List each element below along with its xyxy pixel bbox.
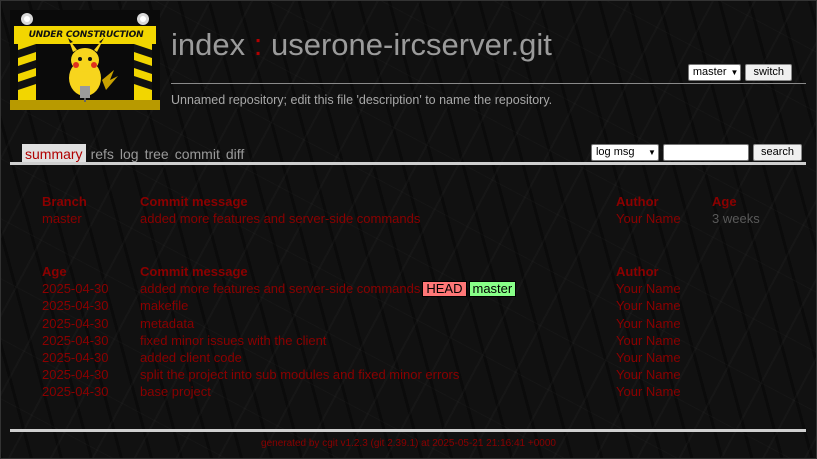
- author-name: Your Name: [616, 332, 681, 348]
- logo-text: UNDER CONSTRUCTION: [28, 30, 144, 40]
- table-header-row: Age Commit message Author: [42, 263, 796, 280]
- commit-message-link[interactable]: base project: [140, 383, 211, 400]
- branch-link[interactable]: master: [42, 210, 82, 227]
- column-header-author: Author: [616, 194, 659, 209]
- commit-date: 2025-04-30: [42, 384, 109, 400]
- table-row: 2025-04-30 split the project into sub mo…: [42, 366, 796, 383]
- chevron-down-icon: ▼: [648, 148, 656, 157]
- repo-description: Unnamed repository; edit this file 'desc…: [171, 93, 553, 107]
- footer-text: generated by cgit v1.2.3 (git 2.39.1) at…: [1, 438, 816, 449]
- search-type-select[interactable]: log msg ▼: [590, 144, 659, 161]
- branch-select[interactable]: master ▼: [687, 64, 742, 81]
- generator-link[interactable]: generated by cgit v1.2.3 (git 2.39.1) at…: [261, 438, 556, 449]
- author-name: Your Name: [616, 315, 681, 331]
- table-row: 2025-04-30 metadata Your Name: [42, 315, 796, 332]
- commit-message-link[interactable]: split the project into sub modules and f…: [140, 366, 459, 383]
- commit-message-link[interactable]: added more features and server-side comm…: [140, 210, 420, 227]
- commit-message-link[interactable]: metadata: [140, 315, 194, 332]
- commit-message-link[interactable]: added client code: [140, 349, 242, 366]
- tab-refs[interactable]: refs: [90, 144, 115, 163]
- commit-message-cell: added more features and server-side comm…: [140, 280, 517, 298]
- search-input[interactable]: [662, 144, 749, 161]
- table-row: 2025-04-30 makefile Your Name: [42, 297, 796, 314]
- author-name: Your Name: [616, 367, 681, 383]
- branch-select-value: master: [692, 66, 727, 78]
- commit-log-table: Age Commit message Author 2025-04-30 add…: [42, 263, 796, 401]
- commit-age: 3 weeks: [712, 211, 760, 227]
- tab-commit[interactable]: commit: [174, 144, 221, 163]
- under-construction-logo[interactable]: UNDER CONSTRUCTION: [10, 10, 160, 110]
- table-row: 2025-04-30 base project Your Name: [42, 383, 796, 400]
- page-title: index : userone-ircserver.git: [171, 25, 552, 65]
- commit-message-link[interactable]: added more features and server-side comm…: [140, 281, 420, 296]
- commit-date: 2025-04-30: [42, 315, 109, 331]
- tab-tree[interactable]: tree: [144, 144, 170, 163]
- commit-date: 2025-04-30: [42, 367, 109, 383]
- tab-log[interactable]: log: [119, 144, 140, 163]
- repo-name-link[interactable]: userone-ircserver.git: [271, 27, 552, 62]
- table-row: master added more features and server-si…: [42, 210, 796, 227]
- construction-pikachu-icon: [10, 10, 160, 110]
- author-name: Your Name: [616, 298, 681, 314]
- table-row: 2025-04-30 added more features and serve…: [42, 280, 796, 298]
- branch-switch-form: master ▼ switch: [687, 64, 792, 81]
- commit-date: 2025-04-30: [42, 281, 109, 297]
- column-header-branch: Branch: [42, 194, 87, 209]
- search-form: log msg ▼ search: [590, 144, 802, 161]
- branch-badge[interactable]: master: [468, 281, 517, 298]
- author-name: Your Name: [616, 384, 681, 400]
- commit-date: 2025-04-30: [42, 349, 109, 365]
- footer-divider: [10, 429, 806, 432]
- index-link[interactable]: index: [171, 27, 245, 62]
- column-header-commit-message: Commit message: [140, 264, 248, 279]
- author-name: Your Name: [616, 349, 681, 365]
- column-header-commit-message: Commit message: [140, 194, 248, 209]
- tab-bar: summary refs log tree commit diff: [22, 144, 245, 163]
- header-divider: [171, 83, 806, 84]
- tabs-divider: [10, 162, 806, 165]
- tab-summary[interactable]: summary: [22, 144, 86, 163]
- commit-date: 2025-04-30: [42, 298, 109, 314]
- switch-button[interactable]: switch: [745, 64, 792, 81]
- commit-message-link[interactable]: makefile: [140, 297, 188, 314]
- column-header-author: Author: [616, 264, 659, 279]
- search-type-value: log msg: [595, 146, 635, 158]
- table-header-row: Branch Commit message Author Age: [42, 193, 796, 210]
- author-name: Your Name: [616, 211, 681, 227]
- author-name: Your Name: [616, 281, 681, 297]
- branch-table: Branch Commit message Author Age master …: [42, 193, 796, 227]
- tab-diff[interactable]: diff: [225, 144, 245, 163]
- title-separator: :: [253, 27, 263, 62]
- chevron-down-icon: ▼: [730, 68, 739, 77]
- table-row: 2025-04-30 fixed minor issues with the c…: [42, 332, 796, 349]
- search-button[interactable]: search: [752, 144, 802, 161]
- column-header-age: Age: [42, 264, 67, 279]
- commit-message-link[interactable]: fixed minor issues with the client: [140, 332, 326, 349]
- commit-date: 2025-04-30: [42, 332, 109, 348]
- table-row: 2025-04-30 added client code Your Name: [42, 349, 796, 366]
- column-header-age: Age: [712, 194, 737, 209]
- head-badge[interactable]: HEAD: [422, 281, 467, 298]
